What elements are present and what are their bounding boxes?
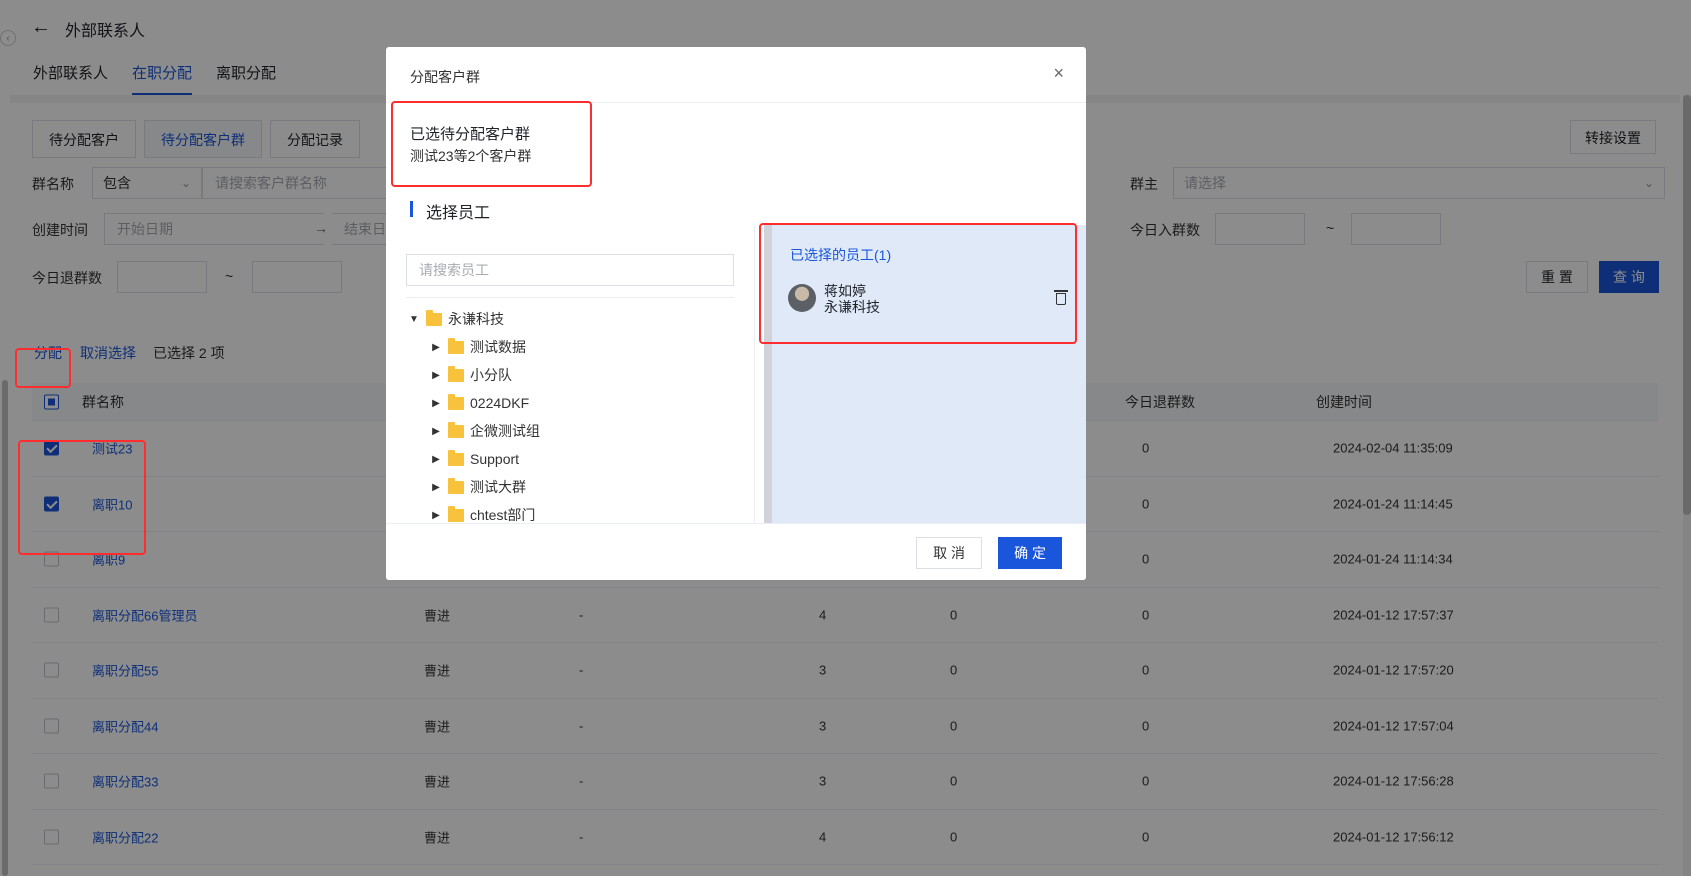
highlight-selected-groups bbox=[391, 101, 592, 187]
tree-node-dept[interactable]: ▶ 测试数据 bbox=[406, 333, 736, 361]
close-icon[interactable]: × bbox=[1053, 63, 1064, 84]
confirm-button[interactable]: 确 定 bbox=[998, 537, 1062, 569]
department-tree: ▼ 永谦科技 ▶ 测试数据 ▶ 小分队 ▶ 0224DKF ▶ 企微测试组 ▶ Support ▶ 测… bbox=[406, 305, 736, 529]
folder-icon bbox=[448, 421, 464, 438]
folder-icon bbox=[448, 449, 464, 466]
caret-down-icon[interactable]: ▼ bbox=[406, 314, 422, 325]
caret-right-icon[interactable]: ▶ bbox=[428, 370, 444, 381]
tree-node-label: 0224DKF bbox=[470, 395, 530, 411]
tree-node-dept[interactable]: ▶ Support bbox=[406, 445, 736, 473]
caret-right-icon[interactable]: ▶ bbox=[428, 426, 444, 437]
tree-node-label: 永谦科技 bbox=[448, 311, 504, 327]
tree-node-dept[interactable]: ▶ 0224DKF bbox=[406, 389, 736, 417]
tree-node-label: 测试大群 bbox=[470, 479, 526, 495]
folder-icon bbox=[448, 337, 464, 354]
tree-node-root[interactable]: ▼ 永谦科技 bbox=[406, 305, 736, 333]
dialog-footer: 取 消 确 定 bbox=[386, 523, 1086, 580]
caret-right-icon[interactable]: ▶ bbox=[428, 454, 444, 465]
tree-divider bbox=[406, 297, 734, 298]
cancel-button[interactable]: 取 消 bbox=[916, 537, 982, 569]
highlight-checked-rows bbox=[18, 440, 146, 555]
tree-node-label: 企微测试组 bbox=[470, 423, 540, 439]
tree-node-dept[interactable]: ▶ 测试大群 bbox=[406, 473, 736, 501]
tree-node-dept[interactable]: ▶ 小分队 bbox=[406, 361, 736, 389]
caret-right-icon[interactable]: ▶ bbox=[428, 342, 444, 353]
folder-icon bbox=[448, 393, 464, 410]
dialog-header: 分配客户群 × bbox=[386, 47, 1086, 103]
section-accent-bar bbox=[410, 201, 413, 217]
tree-node-label: Support bbox=[470, 451, 520, 467]
caret-right-icon[interactable]: ▶ bbox=[428, 398, 444, 409]
highlight-assign bbox=[15, 348, 71, 388]
folder-icon bbox=[448, 477, 464, 494]
dialog-title: 分配客户群 bbox=[410, 69, 480, 85]
tree-node-label: 小分队 bbox=[470, 367, 512, 383]
folder-icon bbox=[426, 309, 442, 326]
tree-node-label: chtest部门 bbox=[470, 507, 536, 523]
caret-right-icon[interactable]: ▶ bbox=[428, 482, 444, 493]
employee-search-input[interactable]: 请搜索员工 bbox=[406, 254, 734, 286]
highlight-selected-employee bbox=[759, 223, 1077, 344]
folder-icon bbox=[448, 365, 464, 382]
caret-right-icon[interactable]: ▶ bbox=[428, 510, 444, 521]
folder-icon bbox=[448, 505, 464, 522]
tree-node-label: 测试数据 bbox=[470, 339, 526, 355]
select-employee-title: 选择员工 bbox=[426, 205, 491, 222]
tree-scrollbar[interactable] bbox=[754, 225, 755, 569]
tree-node-dept[interactable]: ▶ 企微测试组 bbox=[406, 417, 736, 445]
